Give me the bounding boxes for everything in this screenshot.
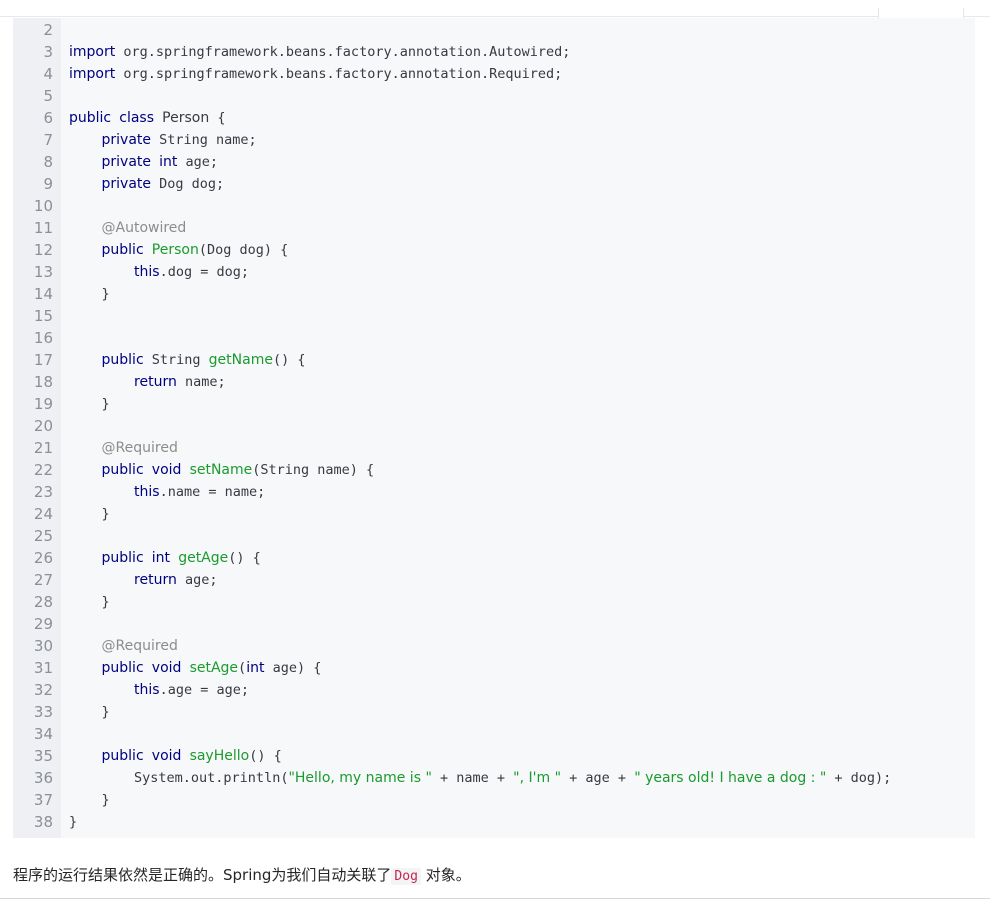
paragraph-text-after: 对象。 (425, 866, 471, 884)
code-line: } (69, 792, 110, 808)
code-line: import org.springframework.beans.factory… (69, 66, 563, 82)
line-number: 37 (33, 791, 53, 809)
line-number: 10 (33, 197, 53, 215)
code-line: private int age; (101, 154, 219, 170)
line-number: 24 (33, 505, 53, 523)
line-number: 21 (33, 439, 53, 457)
line-number: 28 (33, 593, 53, 611)
line-number: 25 (33, 527, 53, 545)
code-line: } (69, 704, 110, 720)
code-line: public void setAge(int age) { (101, 660, 322, 676)
line-number: 19 (33, 395, 53, 413)
code-line: @Autowired (101, 220, 187, 236)
inline-code-dog: Dog (391, 868, 421, 885)
line-number: 18 (33, 373, 53, 391)
code-line: } (69, 396, 110, 412)
code-line: this.age = age; (134, 682, 249, 698)
line-number: 29 (33, 615, 53, 633)
line-number: 8 (43, 153, 53, 171)
line-number: 20 (33, 417, 53, 435)
line-number: 14 (33, 285, 53, 303)
code-line: } (69, 594, 110, 610)
line-number: 32 (33, 681, 53, 699)
code-line: } (69, 814, 78, 830)
code-line: @Required (101, 638, 178, 654)
line-number: 26 (33, 549, 53, 567)
line-number: 17 (33, 351, 53, 369)
line-number: 2 (43, 21, 53, 39)
code-line: public Person(Dog dog) { (101, 242, 289, 258)
code-line: import org.springframework.beans.factory… (69, 44, 571, 60)
code-line: return name; (134, 374, 226, 390)
line-number: 22 (33, 461, 53, 479)
bottom-divider (0, 898, 990, 899)
line-number: 11 (33, 219, 53, 237)
line-number: 4 (43, 65, 53, 83)
line-number: 13 (33, 263, 53, 281)
line-number: 15 (33, 307, 53, 325)
line-number: 38 (33, 813, 53, 831)
line-number: 30 (33, 637, 53, 655)
line-number: 35 (33, 747, 53, 765)
code-line: } (69, 506, 110, 522)
code-line: private String name; (101, 132, 257, 148)
line-number: 12 (33, 241, 53, 259)
code-line: this.dog = dog; (134, 264, 249, 280)
result-paragraph: 程序的运行结果依然是正确的。Spring为我们自动关联了 Dog 对象。 (13, 864, 471, 888)
code-line: public String getName() { (101, 352, 306, 368)
line-number-gutter: 2 3 4 5 6 7 8 9 10 11 12 13 14 15 16 17 18 19 20 21 22 23 24 25… (13, 18, 61, 838)
code-line: @Required (101, 440, 178, 456)
line-number: 36 (33, 769, 53, 787)
code-line: public void setName(String name) { (101, 462, 375, 478)
line-number: 16 (33, 329, 53, 347)
code-line: private Dog dog; (101, 176, 225, 192)
code-line: return age; (134, 572, 218, 588)
code-line: this.name = name; (134, 484, 266, 500)
line-number: 5 (43, 87, 53, 105)
line-number: 7 (43, 131, 53, 149)
code-line: System.out.println("Hello, my name is " … (69, 770, 892, 786)
paragraph-text-before: 程序的运行结果依然是正确的。Spring为我们自动关联了 (13, 866, 392, 884)
line-number: 27 (33, 571, 53, 589)
line-number: 3 (43, 43, 53, 61)
code-line: public class Person { (69, 110, 226, 126)
line-number: 9 (43, 175, 53, 193)
line-number: 23 (33, 483, 53, 501)
line-number: 33 (33, 703, 53, 721)
top-divider (0, 16, 990, 17)
line-number: 34 (33, 725, 53, 743)
code-line: public int getAge() { (101, 550, 261, 566)
line-number: 6 (43, 109, 53, 127)
code-line: public void sayHello() { (101, 748, 282, 764)
code-block: 2 3 4 5 6 7 8 9 10 11 12 13 14 15 16 17 18 19 20 21 22 23 24 25… (13, 18, 975, 838)
code-line: } (69, 286, 110, 302)
line-number: 31 (33, 659, 53, 677)
